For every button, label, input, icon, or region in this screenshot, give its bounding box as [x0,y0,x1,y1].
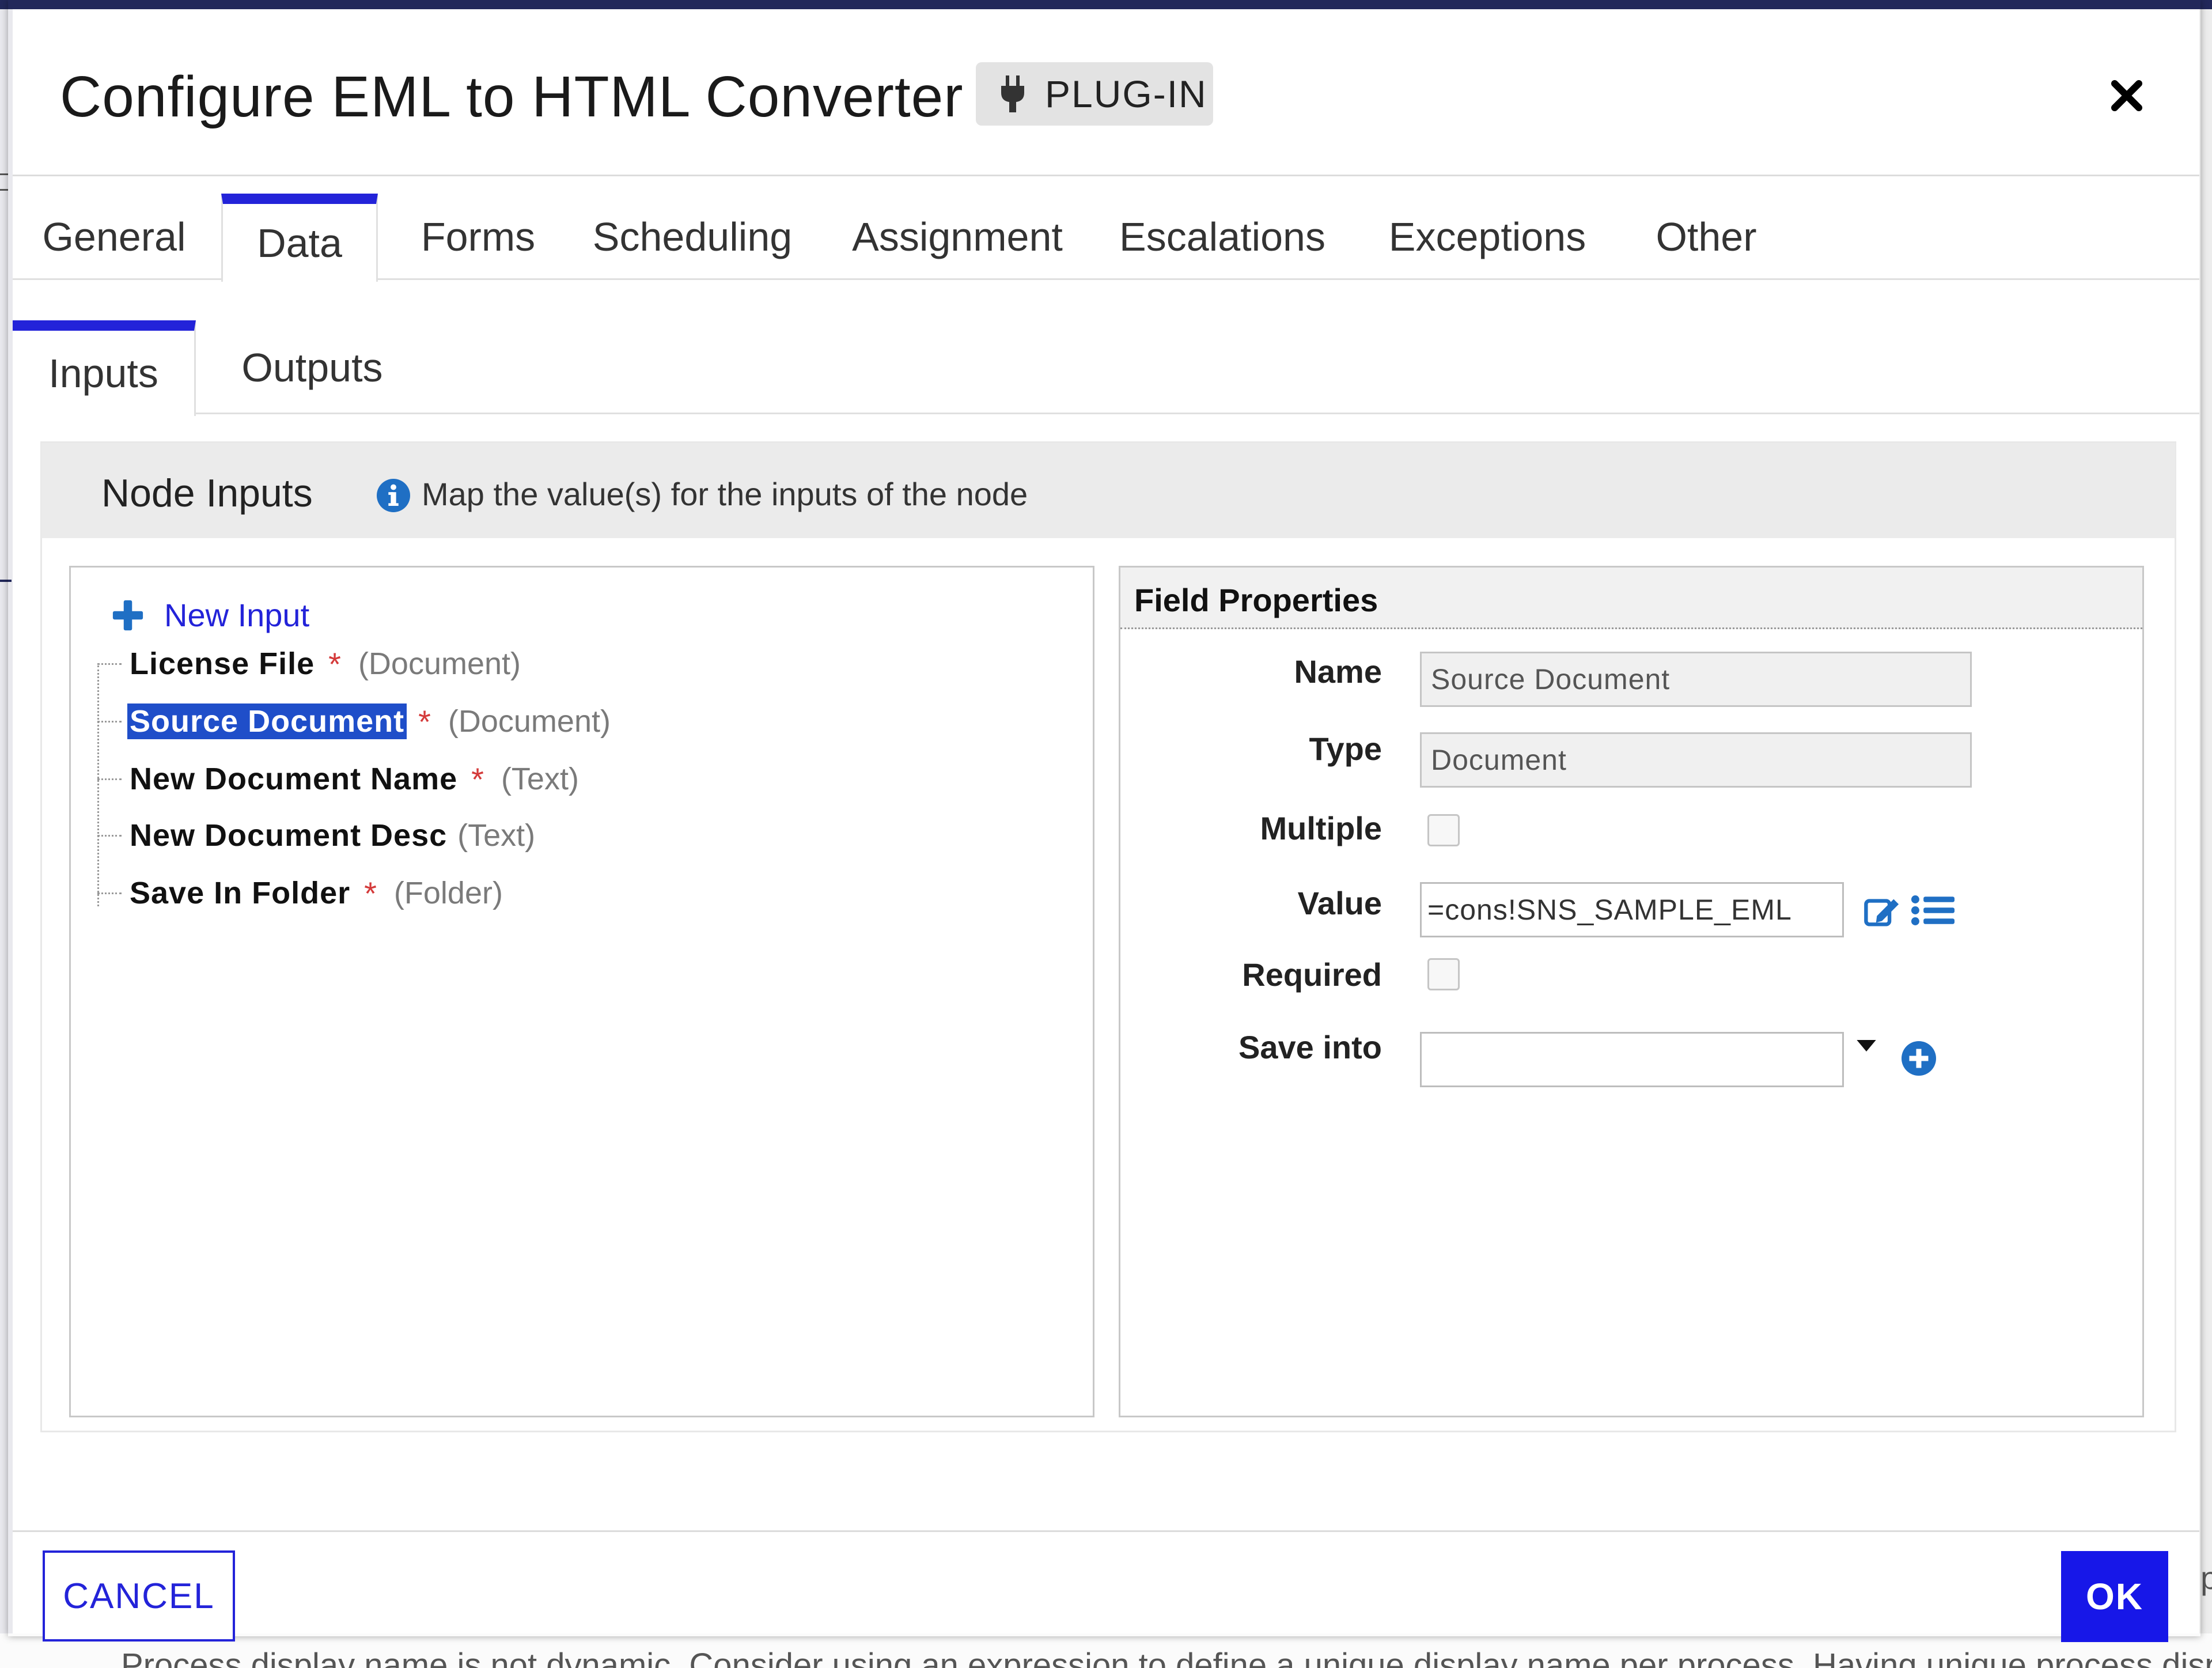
required-marker: * [364,875,377,911]
node-inputs-description: Map the value(s) for the inputs of the n… [422,476,1028,512]
name-field[interactable] [1420,652,1972,707]
multiple-label: Multiple [1260,810,1382,846]
subtab-outputs[interactable]: Outputs [220,320,404,414]
dialog-header: Configure EML to HTML Converter PLUG-IN [13,9,2199,176]
main-tabs: General Data Forms Scheduling Assignment… [13,194,2199,282]
value-label: Value [1297,885,1382,921]
type-label: Type [1309,731,1382,767]
tab-general[interactable]: General [41,194,187,280]
node-inputs-title: Node Inputs [101,471,313,515]
tab-assignment[interactable]: Assignment [842,194,1073,280]
tree-item-type: (Text) [501,762,579,796]
name-label: Name [1294,653,1382,690]
tab-scheduling[interactable]: Scheduling [583,194,802,280]
cancel-button[interactable]: CANCEL [43,1550,235,1641]
save-into-field[interactable] [1420,1032,1844,1087]
edit-expression-icon[interactable] [1863,894,1900,928]
inputs-tree-panel: New Input License File * (Document) Sour… [69,566,1094,1417]
node-inputs-header: Node Inputs Map the value(s) for the inp… [41,443,2175,538]
backdrop-bottom-strip: Process display name is not dynamic. Con… [0,1633,2212,1668]
tab-data[interactable]: Data [221,194,378,282]
required-checkbox[interactable] [1427,958,1460,990]
required-marker: * [328,645,341,682]
sub-tabs: Inputs Outputs [13,320,2199,416]
close-button[interactable] [2098,67,2156,124]
tree-item-license-file[interactable]: License File * (Document) [97,638,521,690]
tree-item-name: Save In Folder [130,876,351,910]
plugin-badge: PLUG-IN [976,62,1213,126]
required-label: Required [1242,956,1382,993]
caret-down-icon[interactable] [1857,1040,1876,1052]
tree-item-save-in-folder[interactable]: Save In Folder * (Folder) [97,867,503,919]
tree-item-type: (Folder) [393,876,503,910]
add-circle-icon[interactable] [1902,1041,1936,1076]
close-icon [2111,80,2142,111]
tab-other[interactable]: Other [1637,194,1775,280]
footer-divider [13,1530,2199,1532]
ok-button[interactable]: OK [2061,1551,2168,1642]
tree-item-name: Source Document [127,703,407,739]
backdrop-bottom-text: Process display name is not dynamic. Con… [121,1647,2212,1668]
tree-item-name: New Document Desc [130,818,448,853]
list-icon[interactable] [1911,894,1955,927]
tab-forms[interactable]: Forms [410,194,546,280]
backdrop-right-strip: p [2199,9,2212,1668]
required-marker: * [471,761,484,797]
tab-exceptions[interactable]: Exceptions [1372,194,1603,280]
value-field[interactable] [1420,882,1844,937]
field-properties-title: Field Properties [1134,582,1378,618]
tree-item-new-document-desc[interactable]: New Document Desc (Text) [97,810,535,861]
new-input-label: New Input [164,597,310,633]
tree-item-type: (Document) [448,704,611,739]
tree-item-type: (Document) [358,646,521,681]
backdrop-left-mark [0,173,8,191]
info-icon [377,479,410,512]
configure-dialog: Configure EML to HTML Converter PLUG-IN … [13,9,2199,1642]
tree-item-new-document-name[interactable]: New Document Name * (Text) [97,753,579,805]
backdrop-right-text: p [2200,1560,2212,1596]
required-marker: * [418,703,431,740]
type-field[interactable] [1420,732,1972,788]
tree-item-name: New Document Name [130,762,458,796]
plug-icon [1001,75,1024,112]
plugin-badge-label: PLUG-IN [1045,73,1207,115]
field-properties-header: Field Properties [1120,568,2142,629]
tab-escalations[interactable]: Escalations [1107,194,1338,280]
dialog-title: Configure EML to HTML Converter [60,65,964,129]
tree-item-type: (Text) [457,818,536,853]
new-input-button[interactable]: New Input [111,596,309,634]
multiple-checkbox[interactable] [1427,814,1460,846]
field-properties-panel: Field Properties Name Type Multiple Valu… [1119,566,2144,1417]
subtab-inputs[interactable]: Inputs [13,320,196,416]
plus-icon [112,600,143,630]
save-into-label: Save into [1238,1029,1382,1065]
tree-item-source-document[interactable]: Source Document * (Document) [97,695,611,747]
tree-item-name: License File [130,646,315,681]
